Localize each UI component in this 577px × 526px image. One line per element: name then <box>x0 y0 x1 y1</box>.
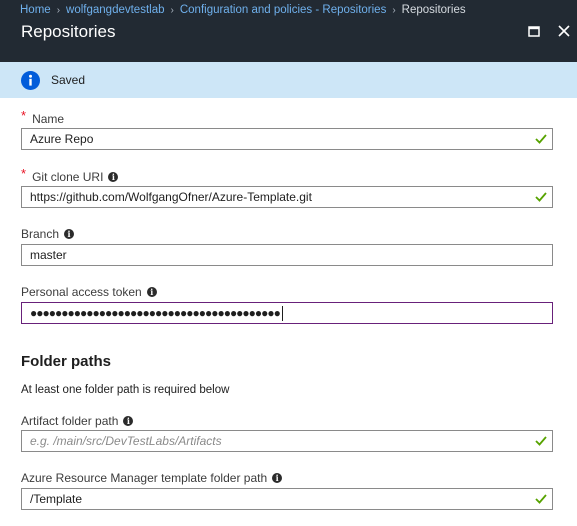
notification-bar: Saved <box>0 62 577 98</box>
breadcrumb-home[interactable]: Home <box>20 4 51 16</box>
chevron-right-icon: › <box>170 4 174 16</box>
personal-access-token-label: Personal access token i <box>21 285 157 299</box>
close-button[interactable] <box>556 23 572 39</box>
breadcrumb-current: Repositories <box>401 4 466 16</box>
git-clone-uri-input[interactable]: https://github.com/WolfgangOfner/Azure-T… <box>21 186 553 208</box>
checkmark-icon <box>535 192 547 202</box>
branch-input[interactable]: master <box>21 244 553 266</box>
artifact-folder-path-label: Artifact folder path i <box>21 414 134 428</box>
maximize-button[interactable] <box>526 23 542 39</box>
breadcrumb-lab[interactable]: wolfgangdevtestlab <box>66 4 164 16</box>
folder-paths-hint: At least one folder path is required bel… <box>21 384 230 396</box>
info-icon[interactable]: i <box>123 416 134 426</box>
arm-template-folder-path-input[interactable]: /Template <box>21 488 553 510</box>
section-title-folder-paths: Folder paths <box>21 353 112 370</box>
chevron-right-icon: › <box>56 4 61 16</box>
name-input[interactable]: Azure Repo <box>21 128 553 150</box>
maximize-icon <box>528 25 540 37</box>
info-icon[interactable]: i <box>146 287 157 297</box>
arm-template-folder-path-label: Azure Resource Manager template folder p… <box>21 471 283 485</box>
name-label: * Name <box>21 108 65 126</box>
info-icon[interactable]: i <box>64 229 75 239</box>
checkmark-icon <box>535 436 547 446</box>
notification-text: Saved <box>51 73 86 87</box>
text-caret <box>281 305 283 321</box>
info-icon <box>21 70 40 90</box>
masked-token: ●●●●●●●●●●●●●●●●●●●●●●●●●●●●●●●●●●●●●●●● <box>30 306 281 320</box>
blade-header: Home › wolfgangdevtestlab › Configuratio… <box>0 0 577 62</box>
breadcrumb: Home › wolfgangdevtestlab › Configuratio… <box>20 2 466 18</box>
chevron-right-icon: › <box>392 4 396 16</box>
checkmark-icon <box>535 494 547 504</box>
page-title: Repositories <box>21 22 116 41</box>
info-icon[interactable]: i <box>272 473 283 483</box>
breadcrumb-config[interactable]: Configuration and policies - Repositorie… <box>180 4 386 16</box>
required-marker: * <box>21 108 27 123</box>
git-clone-uri-label: * Git clone URI i <box>21 166 119 184</box>
branch-label: Branch i <box>21 227 75 241</box>
artifact-folder-path-input[interactable]: e.g. /main/src/DevTestLabs/Artifacts <box>21 430 553 452</box>
required-marker: * <box>21 166 27 181</box>
personal-access-token-input[interactable]: ●●●●●●●●●●●●●●●●●●●●●●●●●●●●●●●●●●●●●●●● <box>21 302 553 324</box>
checkmark-icon <box>535 134 547 144</box>
close-icon <box>558 25 570 37</box>
info-icon[interactable]: i <box>108 171 119 182</box>
